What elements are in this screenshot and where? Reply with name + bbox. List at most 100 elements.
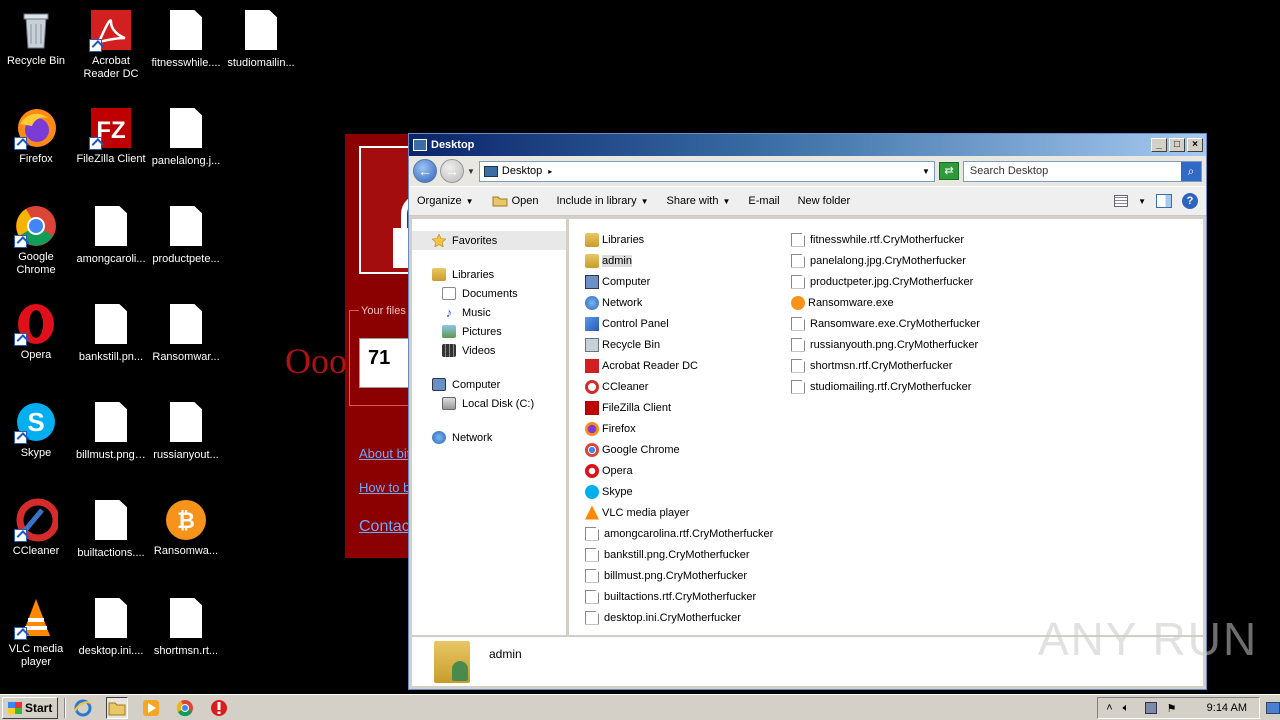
title-bar[interactable]: Desktop _ □ × [409, 134, 1206, 156]
file-item[interactable]: russianyouth.png.CryMotherfucker [791, 334, 980, 355]
how-to-buy-link[interactable]: How to b [359, 480, 410, 495]
desktop-icon-ransomware[interactable]: ₿ Ransomwa... [150, 498, 222, 558]
desktop-icon-label: desktop.ini.... [78, 645, 144, 657]
recent-pages-dropdown[interactable]: ▼ [467, 167, 475, 176]
desktop-icon-file[interactable]: Ransomwar... [150, 302, 222, 364]
file-item[interactable]: FileZilla Client [585, 397, 773, 418]
file-item[interactable]: Computer [585, 271, 773, 292]
refresh-button[interactable]: ⇄ [938, 162, 959, 180]
desktop-icon-file[interactable]: desktop.ini.... [75, 596, 147, 658]
desktop-icon-ccleaner[interactable]: CCleaner [0, 498, 72, 558]
desktop-icon-file[interactable]: panelalong.j... [150, 106, 222, 168]
share-with-button[interactable]: Share with ▼ [667, 195, 731, 207]
address-dropdown-icon[interactable]: ▼ [922, 167, 930, 176]
desktop-icon-acrobat-reader[interactable]: Acrobat Reader DC [75, 8, 147, 81]
start-button[interactable]: Start [2, 696, 59, 719]
internet-explorer-taskbar-icon[interactable] [72, 697, 94, 719]
file-item[interactable]: Google Chrome [585, 439, 773, 460]
file-item[interactable]: desktop.ini.CryMotherfucker [585, 607, 773, 628]
show-hidden-icons-icon[interactable]: ˄ [1106, 702, 1112, 714]
file-item[interactable]: Network [585, 292, 773, 313]
help-icon[interactable]: ? [1182, 193, 1198, 209]
desktop-icon-file[interactable]: studiomailin... [225, 8, 297, 70]
file-item[interactable]: Acrobat Reader DC [585, 355, 773, 376]
file-item[interactable]: panelalong.jpg.CryMotherfucker [791, 250, 980, 271]
organize-button[interactable]: Organize ▼ [417, 195, 474, 207]
file-item[interactable]: admin [585, 250, 773, 271]
file-item[interactable]: Ransomware.exe [791, 292, 980, 313]
desktop-icon-vlc[interactable]: VLC media player [0, 596, 72, 669]
address-bar[interactable]: Desktop ▸ ▼ [478, 160, 935, 182]
desktop-icon-recycle-bin[interactable]: Recycle Bin [0, 8, 72, 68]
file-item[interactable]: productpeter.jpg.CryMotherfucker [791, 271, 980, 292]
search-input[interactable]: Search Desktop ⌕ [962, 160, 1202, 182]
nav-computer[interactable]: Computer [412, 375, 566, 394]
ransomware-window[interactable]: Your files w 71 Ooo About bit How to b C… [285, 134, 441, 558]
nav-music[interactable]: ♪ Music [412, 303, 566, 322]
preview-pane-icon[interactable] [1156, 194, 1172, 208]
file-item[interactable]: Firefox [585, 418, 773, 439]
new-folder-button[interactable]: New folder [798, 195, 851, 207]
about-bitcoin-link[interactable]: About bit [359, 446, 410, 461]
file-item[interactable]: Skype [585, 481, 773, 502]
nav-network[interactable]: Network [412, 428, 566, 447]
file-item[interactable]: VLC media player [585, 502, 773, 523]
explorer-taskbar-icon[interactable] [106, 696, 129, 719]
action-center-flag-icon[interactable]: ⚑ [1167, 702, 1179, 715]
file-item[interactable]: Libraries [585, 229, 773, 250]
breadcrumb-chevron-icon[interactable]: ▸ [548, 167, 552, 176]
nav-documents[interactable]: Documents [412, 284, 566, 303]
file-item[interactable]: Ransomware.exe.CryMotherfucker [791, 313, 980, 334]
minimize-button[interactable]: _ [1151, 138, 1167, 152]
chrome-taskbar-icon[interactable] [174, 697, 196, 719]
desktop-icon-file[interactable]: russianyout... [150, 400, 222, 462]
media-player-taskbar-icon[interactable] [140, 697, 162, 719]
file-item[interactable]: bankstill.png.CryMotherfucker [585, 544, 773, 565]
clock[interactable]: 9:14 AM [1207, 702, 1247, 714]
nav-pictures[interactable]: Pictures [412, 322, 566, 341]
file-item[interactable]: Opera [585, 460, 773, 481]
desktop-icon-file[interactable]: fitnesswhile.... [150, 8, 222, 70]
forward-button[interactable]: → [440, 159, 464, 183]
open-button[interactable]: Open [492, 195, 538, 207]
nav-videos[interactable]: Videos [412, 341, 566, 360]
file-item[interactable]: fitnesswhile.rtf.CryMotherfucker [791, 229, 980, 250]
desktop-icon-file[interactable]: builtactions.... [75, 498, 147, 560]
desktop-icon-opera[interactable]: Opera [0, 302, 72, 362]
file-item[interactable]: shortmsn.rtf.CryMotherfucker [791, 355, 980, 376]
file-item[interactable]: builtactions.rtf.CryMotherfucker [585, 586, 773, 607]
desktop-icon-google-chrome[interactable]: Google Chrome [0, 204, 72, 277]
file-item[interactable]: studiomailing.rtf.CryMotherfucker [791, 376, 980, 397]
desktop-icon-skype[interactable]: S Skype [0, 400, 72, 460]
nav-favorites[interactable]: Favorites [412, 231, 566, 250]
nav-libraries[interactable]: Libraries [412, 265, 566, 284]
desktop-icon-firefox[interactable]: Firefox [0, 106, 72, 166]
desktop-icon-file[interactable]: billmust.png.... [75, 400, 147, 462]
file-item[interactable]: amongcarolina.rtf.CryMotherfucker [585, 523, 773, 544]
file-item[interactable]: billmust.png.CryMotherfucker [585, 565, 773, 586]
file-item[interactable]: Recycle Bin [585, 334, 773, 355]
change-view-icon[interactable] [1114, 195, 1129, 207]
file-item[interactable]: CCleaner [585, 376, 773, 397]
view-options-dropdown-icon[interactable]: ▼ [1138, 197, 1146, 206]
contact-link[interactable]: Contac [359, 518, 410, 536]
maximize-button[interactable]: □ [1169, 138, 1185, 152]
desktop-icon-file[interactable]: shortmsn.rt... [150, 596, 222, 658]
email-button[interactable]: E-mail [748, 195, 779, 207]
nav-local-disk[interactable]: Local Disk (C:) [412, 394, 566, 413]
desktop-icon-file[interactable]: productpete... [150, 204, 222, 266]
network-tray-icon[interactable] [1144, 701, 1157, 714]
include-in-library-button[interactable]: Include in library ▼ [556, 195, 648, 207]
file-item[interactable]: Control Panel [585, 313, 773, 334]
volume-icon[interactable]: 🔈︎ [1123, 702, 1135, 714]
back-button[interactable]: ← [413, 159, 437, 183]
ransomware-taskbar-icon[interactable] [208, 697, 230, 719]
search-icon[interactable]: ⌕ [1181, 161, 1201, 181]
explorer-window[interactable]: Desktop _ □ × ← → ▼ Desktop ▸ ▼ ⇄ Search… [408, 133, 1207, 690]
desktop-icon-file[interactable]: amongcaroli... [75, 204, 147, 266]
close-button[interactable]: × [1187, 138, 1203, 152]
network-icon [585, 295, 599, 310]
show-desktop-button[interactable] [1266, 701, 1280, 714]
desktop-icon-file[interactable]: bankstill.pn... [75, 302, 147, 364]
desktop-icon-filezilla[interactable]: FZ FileZilla Client [75, 106, 147, 166]
